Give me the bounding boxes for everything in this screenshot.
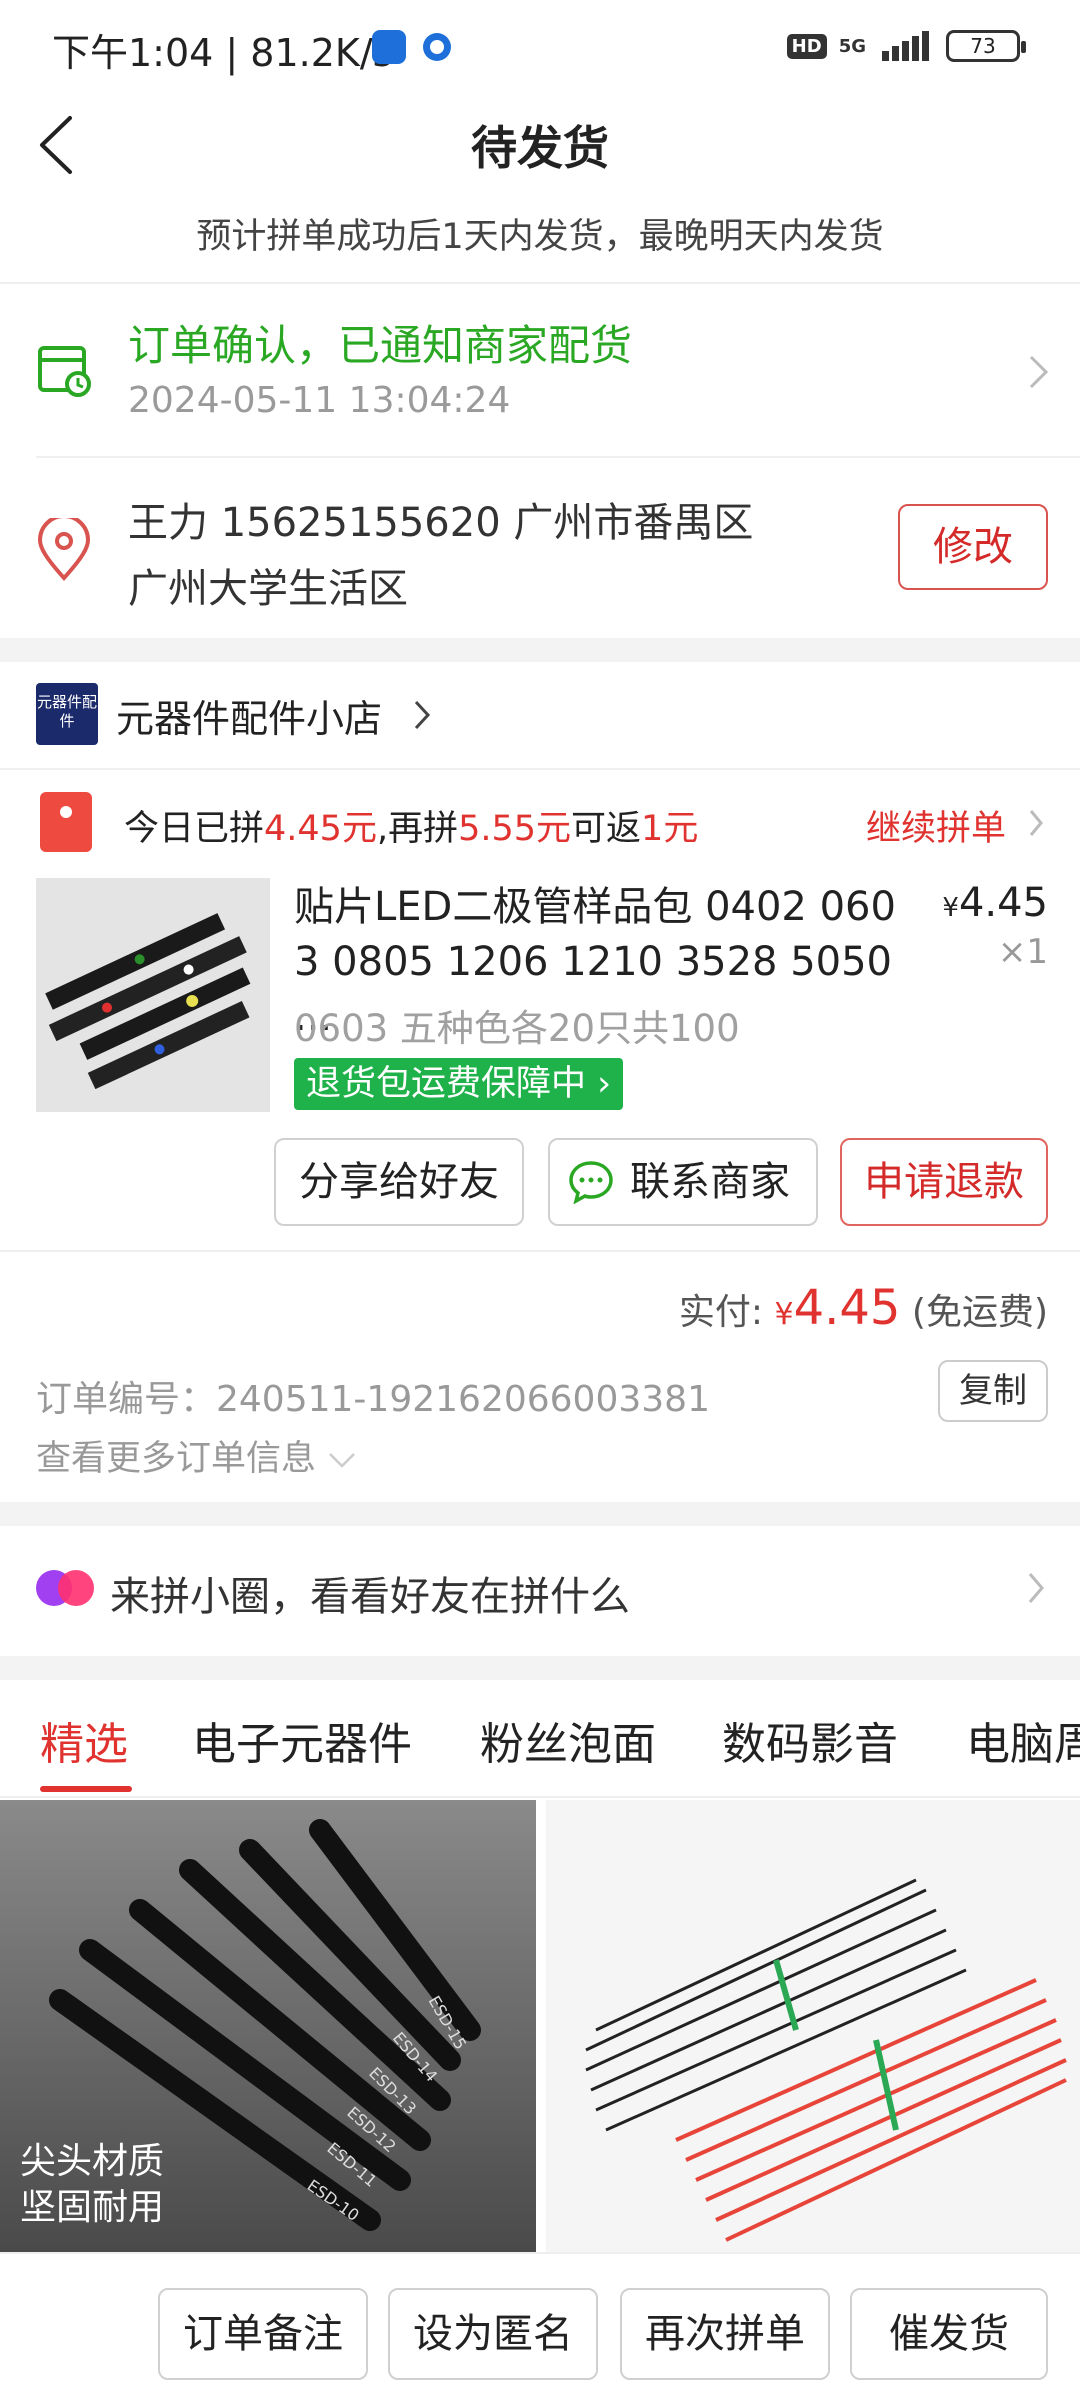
product-image[interactable] — [36, 878, 270, 1112]
edit-address-button[interactable]: 修改 — [898, 504, 1048, 590]
chat-bubble-icon — [569, 1161, 613, 1204]
group-buy-progress: 今日已拼4.45元,再拼5.55元可返1元 — [124, 809, 699, 849]
product-quantity: ×1 — [997, 932, 1048, 972]
divider — [0, 768, 1080, 770]
tab-featured[interactable]: 精选 — [40, 1708, 128, 1772]
delivery-estimate: 预计拼单成功后1天内发货，最晚明天内发货 — [196, 217, 884, 257]
product-caption-line-2: 坚固耐用 — [20, 2187, 165, 2228]
tab-computer-peripherals[interactable]: 电脑周 — [966, 1708, 1080, 1772]
set-anonymous-button[interactable]: 设为匿名 — [388, 2288, 598, 2380]
return-shipping-guarantee-badge[interactable]: 退货包运费保障中 › — [294, 1058, 624, 1110]
contact-seller-button[interactable]: 联系商家 — [548, 1138, 818, 1226]
more-order-info-link[interactable]: 查看更多订单信息 — [36, 1430, 357, 1481]
continue-group-buy-link[interactable]: 继续拼单 — [866, 800, 1006, 851]
divider — [36, 456, 1080, 458]
wires-image — [546, 1800, 1080, 2252]
order-status-time: 2024-05-11 13:04:24 — [128, 380, 511, 421]
order-status-text: 订单确认，已通知商家配货 — [128, 321, 633, 370]
category-tabs: 精选 电子元器件 粉丝泡面 数码影音 电脑周 — [0, 1680, 1080, 1796]
bottom-action-bar: 订单备注 设为匿名 再次拼单 催发货 — [0, 2252, 1080, 2400]
network-label: 5G — [838, 35, 866, 57]
chevron-down-icon — [329, 1453, 356, 1468]
chevron-right-icon[interactable] — [412, 698, 432, 732]
battery-icon: 73 — [946, 30, 1026, 62]
order-remark-button[interactable]: 订单备注 — [158, 2288, 368, 2380]
tab-electronic-components[interactable]: 电子元器件 — [192, 1708, 412, 1772]
app-notification-icon — [372, 30, 406, 64]
shop-name[interactable]: 元器件配件小店 — [116, 688, 382, 743]
hd-badge: HD — [786, 33, 827, 59]
coupon-icon — [40, 792, 92, 852]
tab-digital-av[interactable]: 数码影音 — [722, 1708, 898, 1772]
calendar-clock-icon — [38, 346, 91, 397]
request-refund-button[interactable]: 申请退款 — [840, 1138, 1048, 1226]
order-number: 订单编号：240511-192162066003381 — [36, 1379, 710, 1420]
section-divider — [0, 1656, 1080, 1680]
status-time-speed: 下午1:04 | 81.2K/s — [52, 31, 393, 75]
address-line-1: 王力 15625155620 广州市番禺区 — [128, 500, 754, 546]
signal-icon — [882, 31, 929, 61]
paid-amount: 实付: ¥4.45 (免运费) — [678, 1280, 1048, 1336]
product-sku: 0603 五种色各20只共100 — [294, 1007, 740, 1050]
circle-logo-icon — [36, 1570, 94, 1606]
product-price: ¥4.45 — [942, 880, 1048, 926]
urge-shipment-button[interactable]: 催发货 — [850, 2288, 1048, 2380]
status-right-group: HD 5G 73 — [786, 30, 1026, 62]
chevron-right-icon — [1028, 1573, 1044, 1603]
recommended-product-wires[interactable] — [546, 1800, 1080, 2252]
section-divider — [0, 638, 1080, 662]
led-strips-image — [36, 878, 270, 1112]
recommended-product-tweezers[interactable]: ESD-10 ESD-11 ESD-12 ESD-13 ESD-14 ESD-1… — [0, 1800, 536, 2252]
copy-order-number-button[interactable]: 复制 — [938, 1360, 1048, 1422]
divider — [0, 1250, 1080, 1252]
rebuy-group-button[interactable]: 再次拼单 — [620, 2288, 830, 2380]
status-bar: 下午1:04 | 81.2K/s HD 5G 73 — [0, 0, 1080, 96]
tab-fans-noodles[interactable]: 粉丝泡面 — [480, 1708, 656, 1772]
address-line-2: 广州大学生活区 — [128, 566, 408, 612]
sync-icon — [423, 33, 451, 61]
section-divider — [0, 1502, 1080, 1526]
product-caption-line-1: 尖头材质 — [20, 2141, 165, 2182]
active-tab-indicator — [40, 1786, 132, 1792]
location-pin-icon — [37, 518, 91, 581]
page-title: 待发货 — [471, 121, 609, 175]
share-to-friend-button[interactable]: 分享给好友 — [274, 1138, 524, 1226]
chevron-right-icon — [1029, 355, 1049, 389]
shop-logo: 元器件配件 — [36, 683, 98, 745]
divider — [0, 1796, 1080, 1798]
friends-circle-text: 来拼小圈，看看好友在拼什么 — [110, 1574, 630, 1620]
chevron-right-icon — [1029, 810, 1043, 836]
